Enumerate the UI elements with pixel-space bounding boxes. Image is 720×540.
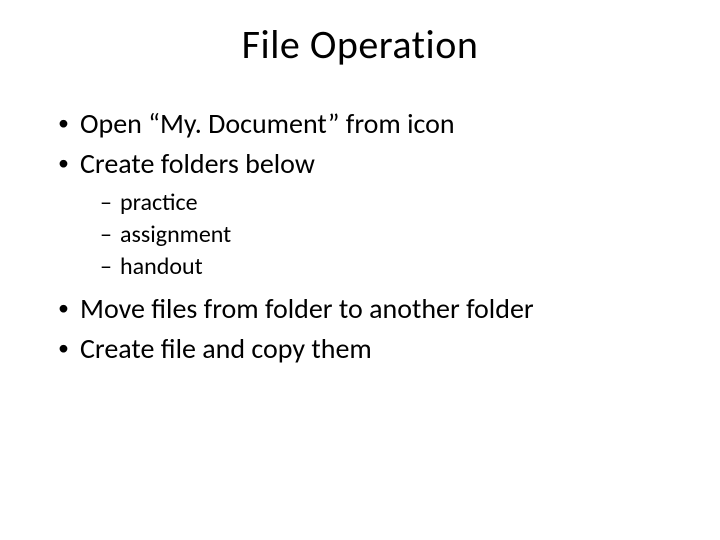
list-item: assignment — [100, 219, 680, 251]
list-item: Move files from folder to another folder — [58, 290, 680, 328]
list-item: Create file and copy them — [58, 330, 680, 368]
list-item: Open “My. Document” from icon — [58, 105, 680, 143]
sub-bullet-list: practice assignment handout — [80, 187, 680, 284]
list-item: handout — [100, 251, 680, 283]
list-item-text: Create folders below — [80, 146, 315, 181]
bullet-list: Open “My. Document” from icon Create fol… — [40, 105, 680, 367]
list-item: practice — [100, 187, 680, 219]
list-item: Create folders below practice assignment… — [58, 145, 680, 284]
slide-title: File Operation — [40, 20, 680, 69]
